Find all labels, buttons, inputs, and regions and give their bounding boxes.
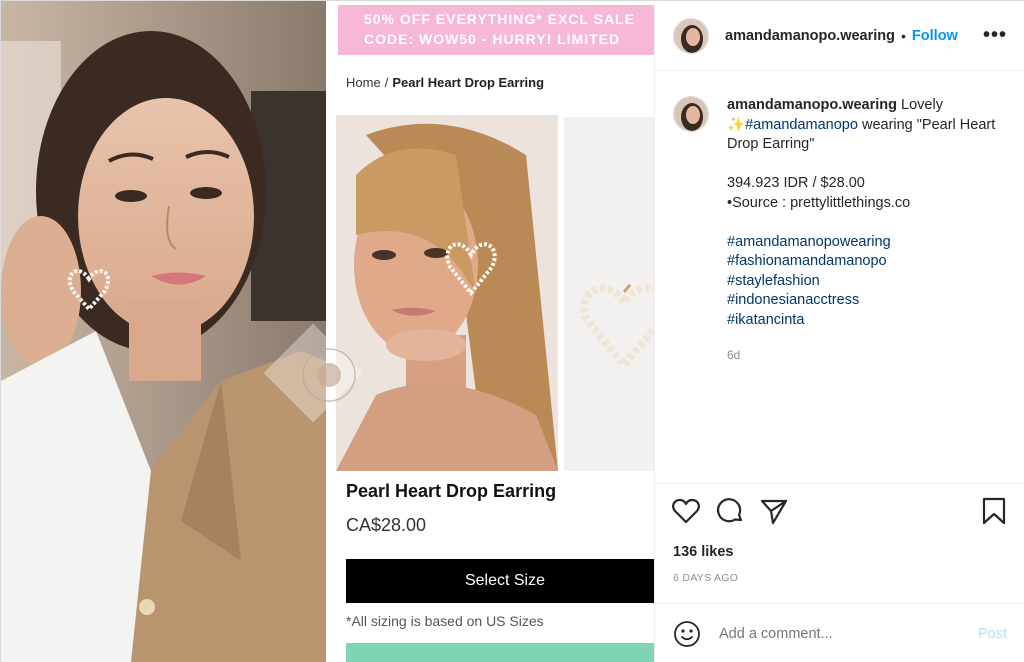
sizing-note: *All sizing is based on US Sizes: [346, 613, 544, 629]
earring-illustration: [564, 117, 654, 471]
caption-source-line: •Source : prettylittlethings.co: [727, 194, 911, 211]
hashtag-link[interactable]: #staylefashion: [727, 272, 997, 292]
product-title: Pearl Heart Drop Earring: [346, 481, 557, 501]
breadcrumb: Home / Pearl Heart Drop Earring: [346, 75, 544, 90]
watermark-illustration: [263, 323, 363, 423]
promo-line-2: CODE: WOW50 - HURRY! LIMITED: [364, 31, 621, 47]
likes-count[interactable]: 136 likes: [673, 544, 733, 560]
post-media[interactable]: 50% OFF EVERYTHING* EXCL SALE CODE: WOW5…: [1, 1, 654, 662]
avatar-image: [674, 18, 708, 53]
follow-button[interactable]: Follow: [912, 28, 958, 44]
post-actions: 136 likes 6 DAYS AGO: [655, 483, 1024, 603]
bookmark-icon[interactable]: [979, 496, 1009, 526]
caption-second-line: ✨#amandamanopo wearing "Pearl Heart Drop…: [727, 116, 997, 155]
breadcrumb-separator: /: [384, 75, 389, 90]
caption-body: amandamanopo.wearing Lovely ✨#amandamano…: [727, 96, 997, 366]
caption-price-line: 394.923 IDR / $28.00: [727, 175, 865, 191]
avatar[interactable]: [673, 17, 709, 54]
heart-icon[interactable]: [671, 496, 701, 526]
sparkle-icon: ✨: [727, 116, 746, 133]
action-icon-row: [671, 496, 1011, 528]
hashtag-link[interactable]: #amandamanopowearing: [727, 233, 997, 253]
header-username[interactable]: amandamanopo.wearing: [725, 28, 895, 44]
instagram-post-window: 50% OFF EVERYTHING* EXCL SALE CODE: WOW5…: [0, 0, 1024, 662]
product-price: CA$28.00: [346, 515, 427, 535]
post-button[interactable]: Post: [978, 626, 1007, 642]
caption-area: amandamanopo.wearing Lovely ✨#amandamano…: [655, 72, 1024, 482]
header-separator: •: [901, 27, 906, 44]
caption-first-line: amandamanopo.wearing Lovely: [727, 96, 997, 116]
more-icon[interactable]: •••: [983, 24, 1007, 47]
product-image-earring[interactable]: [564, 117, 654, 471]
caption-intro: Lovely: [901, 97, 943, 113]
watermark-logo: [263, 323, 363, 423]
comment-box: Post: [655, 603, 1024, 662]
caption-mention[interactable]: #amandamanopo: [745, 117, 858, 133]
caption-time-ago[interactable]: 6d: [727, 346, 997, 366]
product-image-model[interactable]: [336, 115, 558, 471]
comment-input[interactable]: [719, 625, 959, 642]
share-icon[interactable]: [759, 496, 789, 526]
hashtag-link[interactable]: #ikatancinta: [727, 311, 997, 331]
promo-banner[interactable]: 50% OFF EVERYTHING* EXCL SALE CODE: WOW5…: [338, 5, 654, 55]
comment-icon[interactable]: [715, 496, 745, 526]
caption-avatar-image: [674, 97, 708, 131]
shop-screenshot: 50% OFF EVERYTHING* EXCL SALE CODE: WOW5…: [326, 1, 654, 662]
caption-row: amandamanopo.wearing Lovely ✨#amandamano…: [673, 96, 1007, 366]
emoji-icon[interactable]: [673, 620, 701, 648]
breadcrumb-home[interactable]: Home: [346, 75, 381, 90]
post-header: amandamanopo.wearing • Follow •••: [655, 1, 1024, 71]
caption-username[interactable]: amandamanopo.wearing: [727, 97, 897, 113]
model-illustration: [336, 115, 558, 471]
hashtag-link[interactable]: #indonesianacctress: [727, 291, 997, 311]
hashtag-link[interactable]: #fashionamandamanopo: [727, 252, 997, 272]
select-size-button[interactable]: Select Size: [346, 559, 654, 603]
breadcrumb-current: Pearl Heart Drop Earring: [392, 75, 545, 90]
post-sidebar: amandamanopo.wearing • Follow ••• amanda…: [654, 1, 1024, 662]
promo-line-1: 50% OFF EVERYTHING* EXCL SALE: [364, 11, 635, 27]
add-to-bag-bar[interactable]: [346, 643, 654, 662]
post-date: 6 DAYS AGO: [673, 572, 739, 584]
caption-avatar[interactable]: [673, 96, 709, 132]
